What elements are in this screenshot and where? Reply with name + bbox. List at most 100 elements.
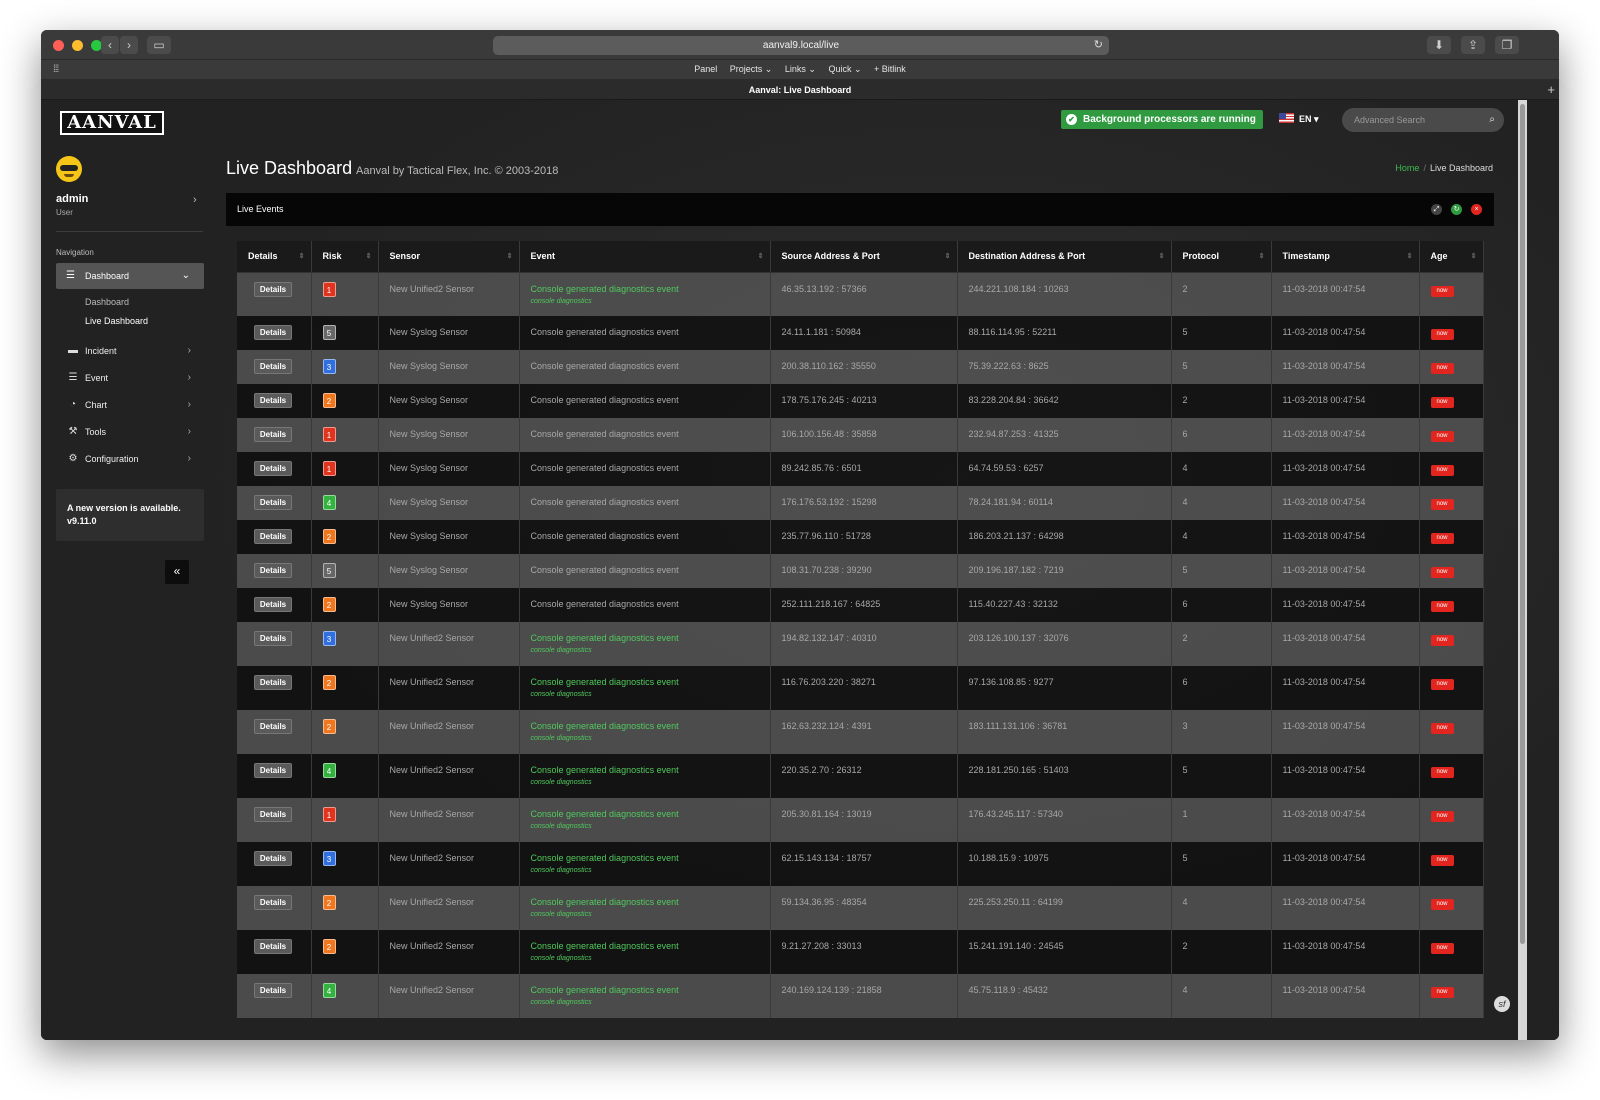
details-button[interactable]: Details [254, 359, 292, 374]
bookmark-bitlink[interactable]: + Bitlink [874, 64, 906, 74]
details-button[interactable]: Details [254, 631, 292, 646]
details-button[interactable]: Details [254, 983, 292, 998]
column-header-details[interactable]: Details ⇕ [237, 241, 312, 273]
sidebar-item-configuration[interactable]: ⚙ Configuration › [66, 450, 191, 468]
sort-icon[interactable]: ⇕ [299, 252, 305, 260]
source-cell: 240.169.124.139 : 21858 [770, 974, 958, 1018]
sidebar-item-incident[interactable]: ▬ Incident › [66, 342, 191, 360]
event-name[interactable]: Console generated diagnostics event [531, 941, 679, 951]
expand-icon[interactable]: ⤢ [1431, 204, 1442, 215]
column-header-timestamp[interactable]: Timestamp ⇕ [1271, 241, 1420, 273]
details-button[interactable]: Details [254, 763, 292, 778]
language-selector[interactable]: EN ▾ [1279, 113, 1319, 125]
column-header-age[interactable]: Age ⇕ [1419, 241, 1484, 273]
scrollbar-thumb[interactable] [1520, 104, 1525, 944]
details-button[interactable]: Details [254, 529, 292, 544]
sidebar-toggle-icon[interactable]: ▭ [147, 36, 171, 54]
back-icon[interactable]: ‹ [101, 36, 119, 54]
details-button[interactable]: Details [254, 807, 292, 822]
page-scrollbar[interactable] [1518, 100, 1527, 1040]
event-name[interactable]: Console generated diagnostics event [531, 809, 679, 819]
risk-badge: 5 [322, 563, 336, 578]
download-icon[interactable]: ⬇ [1427, 36, 1451, 54]
event-name[interactable]: Console generated diagnostics event [531, 897, 679, 907]
sidebar-item-event[interactable]: ☰ Event › [66, 369, 191, 387]
sort-icon[interactable]: ⇕ [1471, 252, 1477, 260]
column-header-risk[interactable]: Risk ⇕ [311, 241, 379, 273]
details-button[interactable]: Details [254, 563, 292, 578]
details-button[interactable]: Details [254, 393, 292, 408]
aanval-logo[interactable]: AANVAL [60, 111, 164, 135]
event-name[interactable]: Console generated diagnostics event [531, 284, 679, 294]
close-window-button[interactable] [53, 40, 64, 51]
collapse-sidebar-icon[interactable]: « [165, 560, 189, 584]
sidebar-item-dashboard[interactable]: ☰ Dashboard ⌄ [56, 263, 204, 289]
minimize-window-button[interactable] [72, 40, 83, 51]
details-button[interactable]: Details [254, 281, 292, 297]
bookmark-quick[interactable]: Quick ⌄ [828, 64, 861, 74]
sort-icon[interactable]: ⇕ [1407, 252, 1413, 260]
new-tab-icon[interactable]: + [1547, 82, 1555, 97]
share-icon[interactable]: ⇪ [1461, 36, 1485, 54]
refresh-icon[interactable]: ↻ [1451, 204, 1462, 215]
sidebar-item-chart[interactable]: ◔ Chart › [66, 396, 191, 414]
event-name[interactable]: Console generated diagnostics event [531, 853, 679, 863]
bookmark-links[interactable]: Links ⌄ [785, 64, 816, 74]
event-name[interactable]: Console generated diagnostics event [531, 985, 679, 995]
advanced-search-input[interactable]: Advanced Search ⌕ [1342, 108, 1504, 132]
sort-icon[interactable]: ⇕ [1259, 252, 1265, 260]
reload-icon[interactable]: ↻ [1094, 36, 1103, 55]
user-name[interactable]: admin [56, 193, 88, 205]
age-cell: now [1419, 384, 1484, 418]
event-name[interactable]: Console generated diagnostics event [531, 677, 679, 687]
language-label: EN [1299, 114, 1312, 124]
details-button[interactable]: Details [254, 675, 292, 690]
details-button[interactable]: Details [254, 895, 292, 910]
sidebar-subitem-dashboard[interactable]: Dashboard [85, 297, 129, 307]
details-button[interactable]: Details [254, 597, 292, 612]
details-button[interactable]: Details [254, 427, 292, 442]
sort-icon[interactable]: ⇕ [366, 252, 372, 260]
column-header-protocol[interactable]: Protocol ⇕ [1171, 241, 1272, 273]
sort-icon[interactable]: ⇕ [945, 252, 951, 260]
details-button[interactable]: Details [254, 461, 292, 476]
details-button[interactable]: Details [254, 851, 292, 866]
source-cell: 200.38.110.162 : 35550 [770, 350, 958, 384]
forward-icon[interactable]: › [120, 36, 138, 54]
tabs-overview-icon[interactable]: ❐ [1495, 36, 1519, 54]
event-name[interactable]: Console generated diagnostics event [531, 721, 679, 731]
details-button[interactable]: Details [254, 939, 292, 954]
sidebar-item-tools[interactable]: ⚒ Tools › [66, 423, 191, 441]
age-cell: now [1419, 316, 1484, 350]
symfony-toolbar-icon[interactable]: sf [1494, 996, 1510, 1012]
avatar[interactable] [56, 156, 82, 182]
column-header-sensor[interactable]: Sensor ⇕ [378, 241, 520, 273]
bookmark-panel[interactable]: Panel [694, 64, 717, 74]
sensor-cell: New Syslog Sensor [378, 452, 520, 486]
details-button[interactable]: Details [254, 719, 292, 734]
chevron-down-icon: ⌄ [181, 270, 190, 281]
sort-icon[interactable]: ⇕ [507, 252, 513, 260]
risk-cell: 5 [311, 554, 379, 588]
address-bar[interactable]: aanval9.local/live ↻ [493, 36, 1109, 55]
sort-icon[interactable]: ⇕ [758, 252, 764, 260]
details-button[interactable]: Details [254, 325, 292, 340]
event-name[interactable]: Console generated diagnostics event [531, 633, 679, 643]
event-name[interactable]: Console generated diagnostics event [531, 765, 679, 775]
table-row: Details 1 New Unified2 Sensor Console gener… [237, 272, 1484, 316]
sort-icon[interactable]: ⇕ [1159, 252, 1165, 260]
column-header-destination[interactable]: Destination Address & Port ⇕ [957, 241, 1172, 273]
risk-cell: 4 [311, 974, 379, 1018]
tab-title[interactable]: Aanval: Live Dashboard [41, 85, 1559, 95]
sidebar-subitem-live-dashboard[interactable]: Live Dashboard [85, 316, 148, 326]
chevron-right-icon[interactable]: › [193, 194, 197, 206]
bookmark-projects[interactable]: Projects ⌄ [730, 64, 773, 74]
column-header-source[interactable]: Source Address & Port ⇕ [770, 241, 958, 273]
risk-cell: 3 [311, 842, 379, 886]
breadcrumb-home-link[interactable]: Home [1395, 163, 1419, 173]
search-icon[interactable]: ⌕ [1489, 108, 1495, 132]
column-header-event[interactable]: Event ⇕ [519, 241, 771, 273]
new-version-notice[interactable]: A new version is available. v9.11.0 [56, 489, 204, 541]
details-button[interactable]: Details [254, 495, 292, 510]
close-icon[interactable]: × [1471, 204, 1482, 215]
